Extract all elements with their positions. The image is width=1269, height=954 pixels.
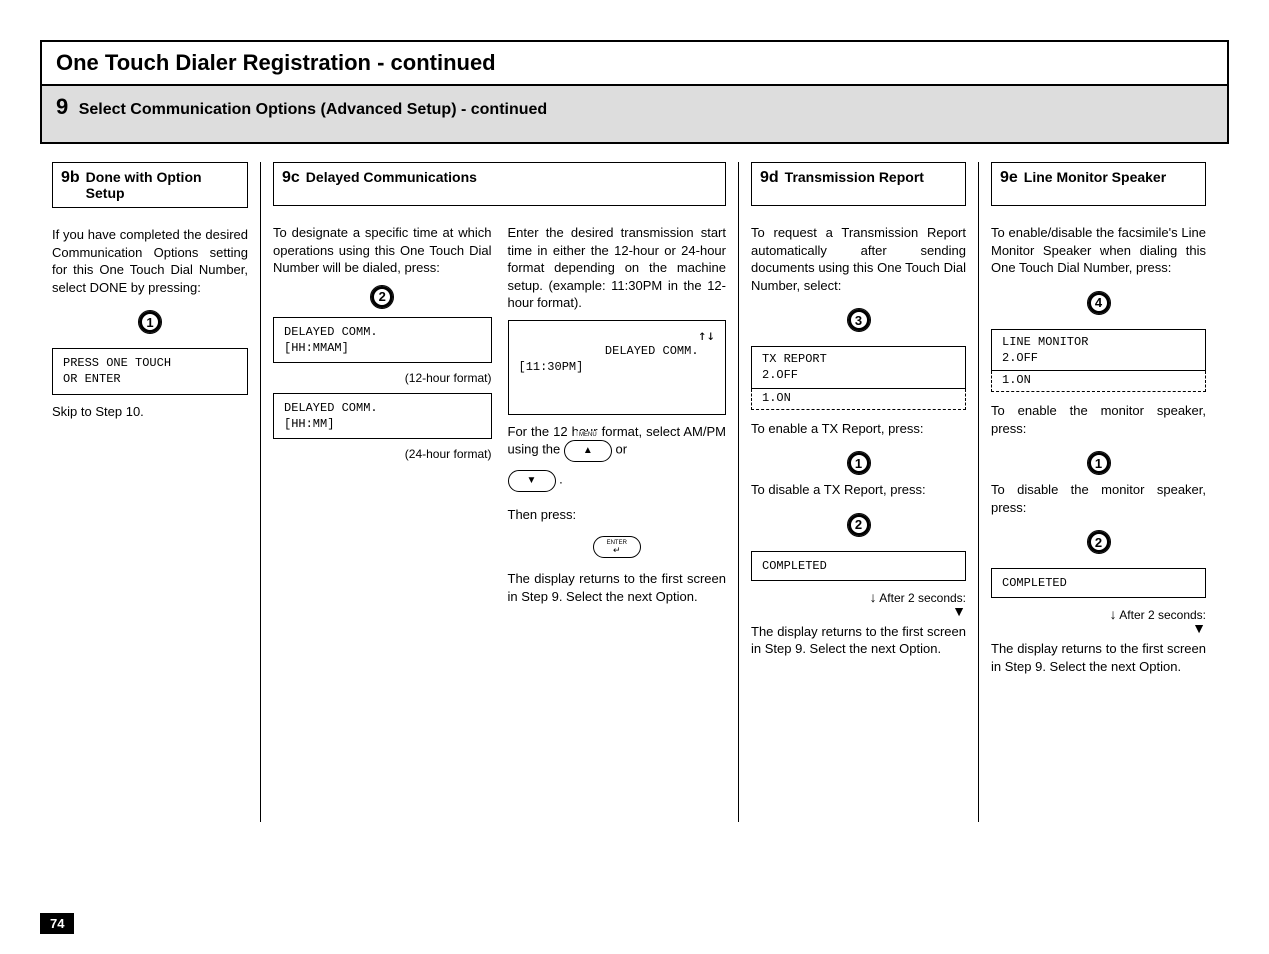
- up-triangle-icon: ▲: [583, 444, 593, 458]
- step-subtitle: Select Communication Options (Advanced S…: [79, 101, 547, 118]
- body-9b: If you have completed the desired Commun…: [52, 226, 248, 296]
- lcd-9b: PRESS ONE TOUCH OR ENTER: [52, 348, 248, 394]
- page-title: One Touch Dialer Registration - continue…: [42, 42, 1227, 86]
- completed-9d: COMPLETED: [751, 551, 966, 581]
- code-9d: 9d: [760, 169, 779, 187]
- body-9c-r1: Enter the desired transmission start tim…: [508, 224, 727, 312]
- lcd-9c-r: DELAYED COMM. [11:30PM] ↑↓: [508, 320, 727, 415]
- column-9b: 9b Done with Option Setup If you have co…: [40, 162, 260, 822]
- body-9e: To enable/disable the facsimile's Line M…: [991, 224, 1206, 277]
- button-1-9d[interactable]: 1: [847, 451, 871, 475]
- button-1-9e[interactable]: 1: [1087, 451, 1111, 475]
- skip-9b: Skip to Step 10.: [52, 403, 248, 421]
- header-9c: 9c Delayed Communications: [273, 162, 726, 206]
- col-9c-right: Enter the desired transmission start tim…: [508, 224, 727, 613]
- outer-frame: One Touch Dialer Registration - continue…: [40, 40, 1229, 144]
- dropdown-main-9e: LINE MONITOR 2.OFF: [991, 329, 1206, 371]
- menu-down-button[interactable]: ▼: [508, 470, 556, 492]
- columns: 9b Done with Option Setup If you have co…: [40, 162, 1229, 822]
- dropdown-9e: LINE MONITOR 2.OFF 1.ON: [991, 329, 1206, 392]
- dropdown-main-9d: TX REPORT 2.OFF: [751, 346, 966, 388]
- lcd-9c-1: DELAYED COMM. [HH:MMAM]: [273, 317, 492, 363]
- dd-9d-l2: 2.OFF: [762, 368, 798, 382]
- updown-arrows-icon: ↑↓: [698, 327, 715, 346]
- enter-icon: ENTER ↵: [607, 540, 627, 555]
- completed-9e: COMPLETED: [991, 568, 1206, 598]
- step-number: 9: [56, 94, 68, 119]
- down-arrow-icon: ↓: [870, 589, 877, 605]
- button-1[interactable]: 1: [138, 310, 162, 334]
- menu-label: MENU: [577, 431, 599, 439]
- dropdown-drop-9d: 1.ON: [751, 389, 966, 410]
- body-9c-r2b: ▼ .: [508, 470, 727, 492]
- return-9c: The display returns to the first screen …: [508, 570, 727, 605]
- down-arrow-icon-2: ▼: [952, 603, 966, 619]
- code-9b: 9b: [61, 169, 80, 187]
- caption-24h: (24-hour format): [273, 447, 492, 461]
- return-9e: The display returns to the first screen …: [991, 640, 1206, 675]
- enter-button[interactable]: ENTER ↵: [593, 536, 641, 558]
- button-3[interactable]: 3: [847, 308, 871, 332]
- disable-9d: To disable a TX Report, press:: [751, 481, 966, 499]
- dd-9e-l1: LINE MONITOR: [1002, 335, 1088, 349]
- button-2-9d[interactable]: 2: [847, 513, 871, 537]
- code-9e: 9e: [1000, 169, 1018, 187]
- title-9c: Delayed Communications: [306, 169, 477, 185]
- down-triangle-icon: ▼: [527, 474, 537, 488]
- column-9e: 9e Line Monitor Speaker To enable/disabl…: [978, 162, 1218, 822]
- dropdown-drop-9e: 1.ON: [991, 371, 1206, 392]
- header-9b: 9b Done with Option Setup: [52, 162, 248, 208]
- dropdown-9d: TX REPORT 2.OFF 1.ON: [751, 346, 966, 409]
- header-9e: 9e Line Monitor Speaker: [991, 162, 1206, 206]
- r2-mid: or: [616, 441, 628, 456]
- column-9d: 9d Transmission Report To request a Tran…: [738, 162, 978, 822]
- dd-9e-l2: 2.OFF: [1002, 351, 1038, 365]
- return-9d: The display returns to the first screen …: [751, 623, 966, 658]
- lcd-9c-2: DELAYED COMM. [HH:MM]: [273, 393, 492, 439]
- page-number: 74: [40, 913, 74, 934]
- manual-page: One Touch Dialer Registration - continue…: [0, 0, 1269, 954]
- column-9c: 9c Delayed Communications To designate a…: [260, 162, 738, 822]
- btn-wrap-9b: 1: [52, 310, 248, 334]
- disable-9e: To disable the monitor speaker, press:: [991, 481, 1206, 516]
- col-9c-inner: To designate a specific time at which op…: [273, 224, 726, 613]
- enable-9d: To enable a TX Report, press:: [751, 420, 966, 438]
- caption-12h: (12-hour format): [273, 371, 492, 385]
- header-9d: 9d Transmission Report: [751, 162, 966, 206]
- down-arrow-icon-3: ↓: [1110, 606, 1117, 622]
- then-press: Then press:: [508, 506, 727, 524]
- button-2-9e[interactable]: 2: [1087, 530, 1111, 554]
- after-9d: ↓ After 2 seconds: ▼: [751, 591, 966, 619]
- title-9d: Transmission Report: [785, 169, 924, 185]
- button-2[interactable]: 2: [370, 285, 394, 309]
- enable-9e: To enable the monitor speaker, press:: [991, 402, 1206, 437]
- r2-post: .: [559, 471, 563, 486]
- step-subtitle-bar: 9 Select Communication Options (Advanced…: [42, 86, 1227, 142]
- lcd-9c-r-text: DELAYED COMM. [11:30PM]: [519, 344, 699, 374]
- code-9c: 9c: [282, 169, 300, 187]
- col-9c-left: To designate a specific time at which op…: [273, 224, 492, 613]
- dd-9d-l1: TX REPORT: [762, 352, 827, 366]
- button-4[interactable]: 4: [1087, 291, 1111, 315]
- body-9c-left: To designate a specific time at which op…: [273, 224, 492, 277]
- menu-up-button[interactable]: MENU ▲: [564, 440, 612, 462]
- body-9d: To request a Transmission Report automat…: [751, 224, 966, 294]
- down-arrow-icon-4: ▼: [1192, 620, 1206, 636]
- title-9e: Line Monitor Speaker: [1024, 169, 1166, 185]
- title-9b: Done with Option Setup: [86, 169, 239, 201]
- body-9c-r2: For the 12 hour format, select AM/PM usi…: [508, 423, 727, 463]
- after-9e: ↓ After 2 seconds: ▼: [991, 608, 1206, 636]
